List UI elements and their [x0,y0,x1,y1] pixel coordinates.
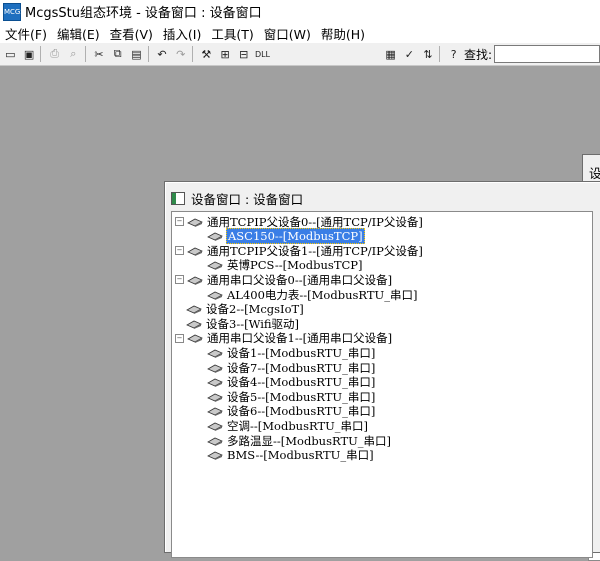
toolbar-separator [40,46,42,62]
device-window-title: 设备窗口 : 设备窗口 [191,191,304,207]
menu-bar: 文件(F) 编辑(E) 查看(V) 插入(I) 工具(T) 窗口(W) 帮助(H… [0,23,600,43]
redo-icon[interactable]: ↷ [172,45,189,63]
secondary-window-title: 设 [589,166,600,181]
device-icon [207,349,223,358]
device-icon [207,232,223,242]
sort-icon[interactable]: ⇅ [420,45,437,63]
title-bar: MCGS McgsStu组态环境 - 设备窗口 : 设备窗口 [0,0,600,23]
device-icon [207,451,223,461]
toolbar-separator [439,46,441,62]
tree-child-device[interactable]: 空调--[ModbusRTU_串口] [207,418,369,433]
device-label: 通用TCPIP父设备0--[通用TCP/IP父设备] [207,214,423,229]
tree-child-device[interactable]: 设备4--[ModbusRTU_串口] [207,375,376,390]
device-icon [186,320,202,329]
device-label: 通用串口父设备0--[通用串口父设备] [207,272,393,287]
device-icon [187,276,203,285]
device-icon [207,291,223,300]
paste-icon[interactable]: ▤ [128,45,145,63]
tree-parent-device[interactable]: 设备2--[McgsIoT] [175,302,305,317]
device-label: 设备5--[ModbusRTU_串口] [227,389,376,404]
toolbar-separator [192,46,194,62]
search-label: 查找: [464,47,493,62]
tree-parent-device[interactable]: − 通用TCPIP父设备1--[通用TCP/IP父设备] [175,243,424,258]
tree-parent-device[interactable]: − 通用TCPIP父设备0--[通用TCP/IP父设备] [175,214,424,229]
cut-icon[interactable]: ✂ [91,45,108,63]
device-label: 通用串口父设备1--[通用串口父设备] [207,331,393,346]
device-label: BMS--[ModbusRTU_串口] [227,448,374,463]
menu-view[interactable]: 查看(V) [105,24,158,43]
tree-parent-device[interactable]: 设备3--[Wifi驱动] [175,316,300,331]
tree-child-device[interactable]: 多路温显--[ModbusRTU_串口] [207,433,392,448]
tree-child-device[interactable]: BMS--[ModbusRTU_串口] [207,448,375,463]
menu-window[interactable]: 窗口(W) [259,24,316,43]
tree-child-device[interactable]: AL400电力表--[ModbusRTU_串口] [207,287,418,302]
tree-child-device[interactable]: 设备7--[ModbusRTU_串口] [207,360,376,375]
device-icon [207,407,223,417]
undo-icon[interactable]: ↶ [154,45,171,63]
device-tree-icon[interactable]: ⊞ [217,45,234,63]
save-icon[interactable]: ▣ [21,45,38,63]
device-icon [207,261,223,271]
device-label: 空调--[ModbusRTU_串口] [227,418,369,433]
device-label: 设备6--[ModbusRTU_串口] [227,404,376,419]
device-tree[interactable]: − 通用TCPIP父设备0--[通用TCP/IP父设备] ASC150--[Modb… [171,211,593,558]
collapse-icon[interactable]: − [175,217,184,226]
device-label: 通用TCPIP父设备1--[通用TCP/IP父设备] [207,243,423,258]
device-window[interactable]: 设备窗口 : 设备窗口 − 通用TCPIP父设备0--[通用TCP/IP父设备] A… [164,181,600,558]
collapse-icon[interactable]: − [175,246,184,256]
device-icon [207,364,223,373]
app-icon: MCGS [3,2,25,21]
collapse-icon[interactable]: − [175,275,184,285]
help-icon[interactable]: ? [445,45,462,63]
device-label: 设备3--[Wifi驱动] [206,316,300,331]
tree-child-device[interactable]: 设备1--[ModbusRTU_串口] [207,345,376,360]
device-icon [186,305,202,315]
collapse-icon[interactable]: − [175,333,184,343]
toolbar: ▭ ▣ ⎙ ⌕ ✂ ⧉ ▤ ↶ ↷ ⚒ ⊞ ⊟ DLL ▦ ✓ ⇅ ? 查找: [0,43,600,66]
tree-parent-device[interactable]: − 通用串口父设备1--[通用串口父设备] [175,331,393,346]
device-icon [207,378,223,388]
tree-child-device[interactable]: 设备5--[ModbusRTU_串口] [207,389,376,404]
device-label: 多路温显--[ModbusRTU_串口] [227,433,392,448]
tree-child-device[interactable]: 设备6--[ModbusRTU_串口] [207,404,376,419]
menu-help[interactable]: 帮助(H) [316,24,370,43]
tree-parent-device[interactable]: − 通用串口父设备0--[通用串口父设备] [175,272,393,287]
device-label: 设备1--[ModbusRTU_串口] [227,345,376,360]
tree-child-device[interactable]: ASC150--[ModbusTCP] [207,228,365,245]
menu-file[interactable]: 文件(F) [0,24,52,43]
device-icon [207,437,223,446]
tree-child-device[interactable]: 英博PCS--[ModbusTCP] [207,258,364,273]
menu-edit[interactable]: 编辑(E) [52,24,105,43]
device-icon [187,247,203,256]
copy-icon[interactable]: ⧉ [109,45,126,63]
new-file-icon[interactable]: ▭ [2,45,19,63]
device-label: ASC150--[ModbusTCP] [226,228,365,245]
device-icon [207,393,223,402]
dll-icon[interactable]: DLL [254,45,271,63]
print-preview-icon[interactable]: ⌕ [65,45,82,63]
tools-icon[interactable]: ⚒ [198,45,215,63]
device-label: 设备7--[ModbusRTU_串口] [227,360,376,375]
device-network-icon[interactable]: ⊟ [235,45,252,63]
device-label: 设备2--[McgsIoT] [206,302,304,317]
device-icon [187,218,203,227]
window-title: McgsStu组态环境 - 设备窗口 : 设备窗口 [25,6,262,21]
window-icon [171,191,185,205]
menu-insert[interactable]: 插入(I) [158,24,206,43]
device-icon [207,422,223,431]
menu-tools[interactable]: 工具(T) [206,24,258,43]
toolbar-separator [147,46,149,62]
toolbar-separator [84,46,86,62]
device-label: 设备4--[ModbusRTU_串口] [227,375,376,390]
device-window-titlebar: 设备窗口 : 设备窗口 [171,189,303,207]
device-label: AL400电力表--[ModbusRTU_串口] [227,287,418,302]
check-icon[interactable]: ✓ [401,45,418,63]
device-icon [187,334,203,344]
search-input[interactable] [494,45,600,63]
properties-icon[interactable]: ▦ [382,45,399,63]
print-icon[interactable]: ⎙ [46,45,63,63]
device-label: 英博PCS--[ModbusTCP] [227,258,363,273]
